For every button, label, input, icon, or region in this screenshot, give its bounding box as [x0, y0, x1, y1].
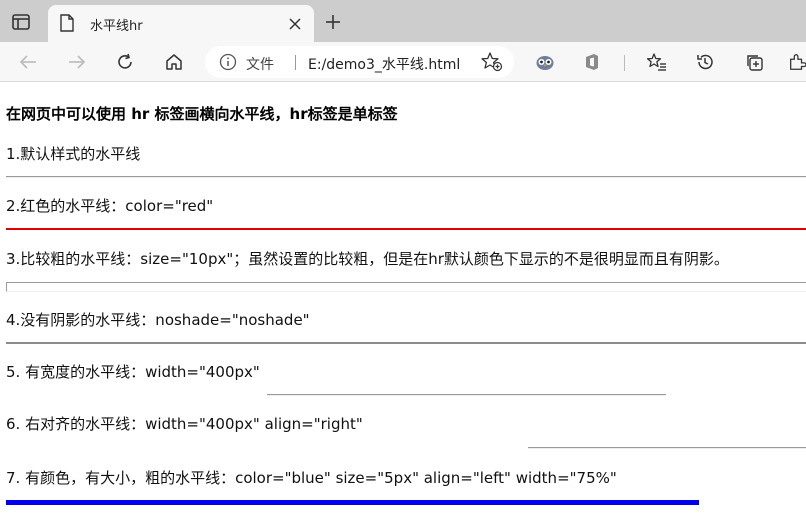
- page-content: 在网页中可以使用 hr 标签画横向水平线，hr标签是单标签 1.默认样式的水平线…: [0, 83, 806, 523]
- address-bar[interactable]: 文件 E:/demo3_水平线.html: [205, 46, 514, 78]
- hr-right-aligned: [528, 447, 806, 449]
- forward-arrow-icon[interactable]: [65, 50, 89, 74]
- info-icon[interactable]: [219, 53, 237, 75]
- tab-strip: 水平线hr: [0, 0, 806, 42]
- back-arrow-icon[interactable]: [16, 50, 40, 74]
- item-5-text: 5. 有宽度的水平线：width="400px": [6, 363, 260, 381]
- item-7-text: 7. 有颜色，有大小，粗的水平线：color="blue" size="5px"…: [6, 469, 617, 487]
- item-3-text: 3.比较粗的水平线：size="10px"；虽然设置的比较粗，但是在hr默认颜色…: [6, 250, 729, 268]
- toolbar-divider: [624, 55, 625, 71]
- hr-default: [6, 176, 806, 178]
- document-icon: [60, 14, 74, 36]
- home-icon[interactable]: [162, 50, 186, 74]
- collections-icon[interactable]: [742, 50, 766, 74]
- address-url[interactable]: E:/demo3_水平线.html: [308, 54, 460, 74]
- refresh-icon[interactable]: [113, 50, 137, 74]
- item-2-text: 2.红色的水平线：color="red": [6, 197, 214, 215]
- new-tab-plus-icon[interactable]: [322, 11, 344, 33]
- browser-toolbar: 文件 E:/demo3_水平线.html: [0, 42, 806, 82]
- close-icon[interactable]: [286, 15, 304, 33]
- hr-width-400: [267, 394, 666, 396]
- history-icon[interactable]: [693, 50, 717, 74]
- favorites-icon[interactable]: [645, 50, 669, 74]
- address-divider: [295, 55, 296, 70]
- add-favorite-icon[interactable]: [481, 52, 503, 76]
- address-scheme-label: 文件: [246, 57, 274, 73]
- extensions-icon[interactable]: [788, 50, 806, 74]
- page-heading: 在网页中可以使用 hr 标签画横向水平线，hr标签是单标签: [6, 105, 398, 123]
- extension-owl-icon[interactable]: [533, 50, 557, 74]
- item-4-text: 4.没有阴影的水平线：noshade="noshade": [6, 311, 310, 329]
- hr-noshade: [6, 342, 806, 344]
- hr-thick: [6, 282, 806, 292]
- active-tab[interactable]: 水平线hr: [48, 5, 314, 42]
- tab-title: 水平线hr: [90, 19, 143, 34]
- hr-blue: [6, 500, 699, 505]
- extension-office-icon[interactable]: [580, 50, 604, 74]
- item-6-text: 6. 右对齐的水平线：width="400px" align="right": [6, 415, 363, 433]
- window-menu-icon[interactable]: [9, 11, 33, 33]
- hr-red: [6, 228, 806, 230]
- item-1-text: 1.默认样式的水平线: [6, 145, 141, 163]
